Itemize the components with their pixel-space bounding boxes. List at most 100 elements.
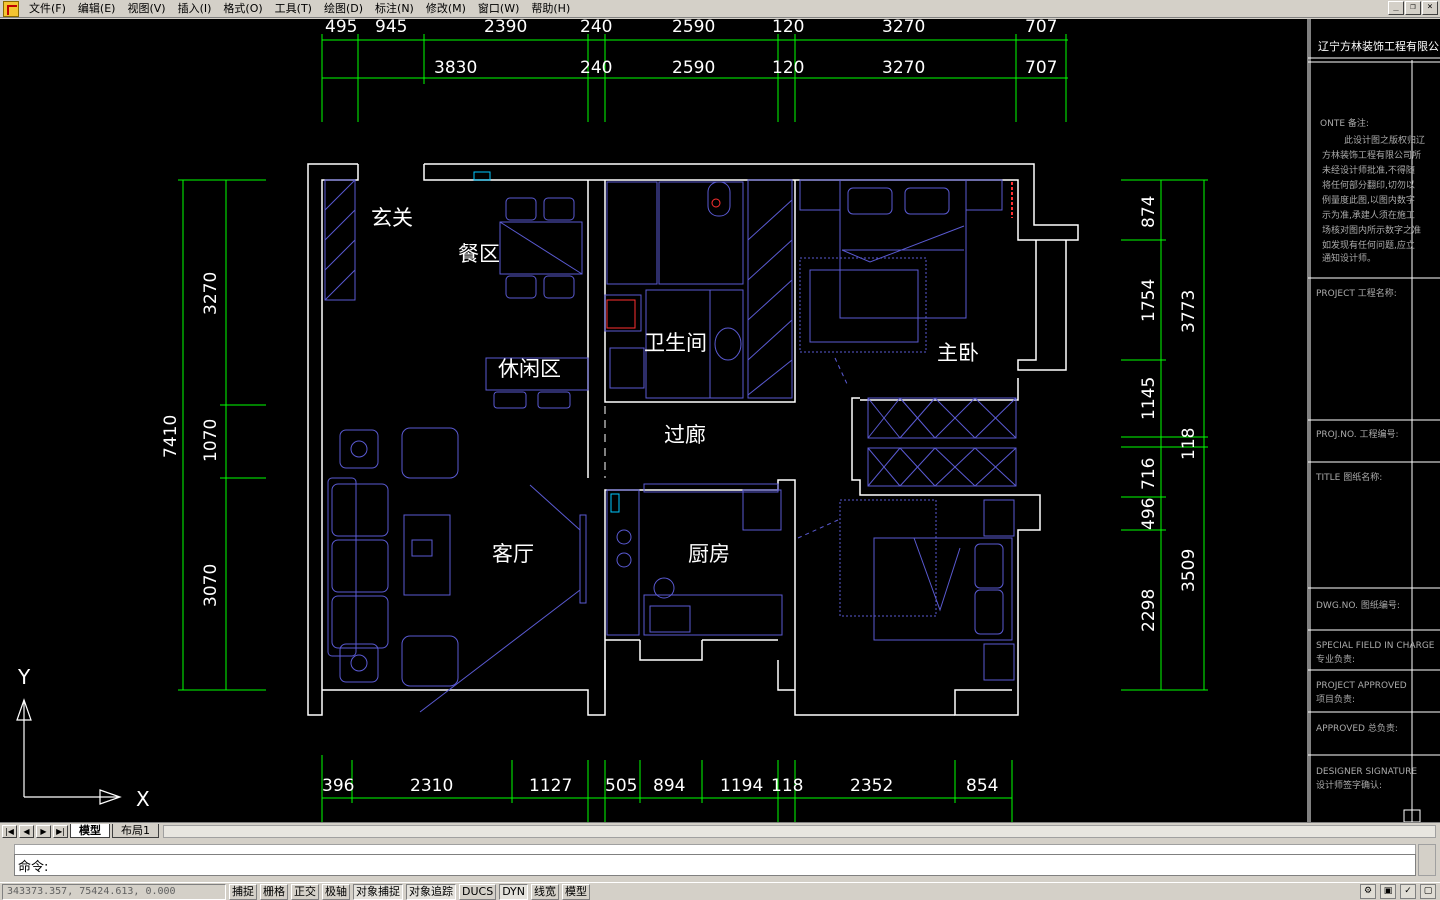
title-block-note-title: ONTE 备注: bbox=[1320, 117, 1369, 129]
toggle-polar[interactable]: 极轴 bbox=[322, 883, 350, 900]
dim-bottom-1: 396 bbox=[322, 776, 354, 796]
room-label-kitchen: 厨房 bbox=[688, 542, 730, 566]
close-button[interactable]: × bbox=[1422, 1, 1438, 15]
command-area: 命令: bbox=[0, 840, 1440, 882]
dim-top-1-5: 2590 bbox=[672, 19, 715, 37]
toggle-snap[interactable]: 捕捉 bbox=[229, 883, 257, 900]
lock-icon[interactable]: ▣ bbox=[1380, 884, 1396, 899]
note-line: 例量度此图,以图内数字 bbox=[1322, 194, 1415, 206]
dim-right-outer-1: 3773 bbox=[1179, 290, 1199, 333]
dim-top-1-2: 945 bbox=[375, 19, 407, 37]
restore-button[interactable]: ❐ bbox=[1405, 1, 1421, 15]
last-tab-button[interactable]: ▶| bbox=[53, 824, 68, 838]
menu-help[interactable]: 帮助(H) bbox=[525, 1, 576, 17]
toggle-ortho[interactable]: 正交 bbox=[291, 883, 319, 900]
minimize-button[interactable]: _ bbox=[1388, 1, 1404, 15]
toggle-model[interactable]: 模型 bbox=[562, 883, 591, 900]
dim-left-1: 3270 bbox=[201, 272, 221, 315]
dim-left-3: 3070 bbox=[201, 564, 221, 607]
field-special-cn: 专业负责: bbox=[1316, 653, 1355, 665]
field-designer-cn: 设计师签字确认: bbox=[1316, 779, 1382, 791]
dim-right-inner-1: 874 bbox=[1139, 196, 1159, 228]
menu-window[interactable]: 窗口(W) bbox=[472, 1, 525, 17]
layout-tab-bar: |◀ ◀ ▶ ▶| 模型 布局1 bbox=[0, 822, 1440, 839]
menu-format[interactable]: 格式(O) bbox=[217, 1, 268, 17]
command-prompt: 命令: bbox=[18, 859, 49, 875]
command-history bbox=[14, 844, 1416, 854]
toggle-lineweight[interactable]: 线宽 bbox=[531, 883, 560, 900]
note-line: 此设计图之版权归辽 bbox=[1344, 134, 1425, 146]
tab-model[interactable]: 模型 bbox=[70, 824, 110, 838]
room-label-corridor: 过廊 bbox=[664, 423, 706, 447]
toggle-otrack[interactable]: 对象追踪 bbox=[406, 883, 456, 900]
dim-top-2-5: 3270 bbox=[882, 58, 925, 78]
dim-left-2: 1070 bbox=[201, 419, 221, 462]
field-title: TITLE 图纸名称: bbox=[1315, 471, 1382, 483]
field-designer-en: DESIGNER SIGNATURE bbox=[1316, 767, 1417, 777]
dim-bottom-2: 2310 bbox=[410, 776, 453, 796]
room-label-living: 客厅 bbox=[492, 542, 534, 566]
dim-right-outer-3: 3509 bbox=[1179, 549, 1199, 592]
command-scrollbar[interactable] bbox=[1418, 844, 1436, 876]
title-block-notes: 此设计图之版权归辽 方林装饰工程有限公司所 未经设计师批准,不得随 将任何部分翻… bbox=[1322, 134, 1425, 264]
ucs-x-label: X bbox=[136, 787, 150, 811]
dim-top-1-3: 2390 bbox=[484, 19, 527, 37]
room-label-entry: 玄关 bbox=[371, 206, 413, 230]
dim-top-2-4: 120 bbox=[772, 58, 804, 78]
dim-top-1-6: 120 bbox=[772, 19, 804, 37]
note-line: 场核对图内所示数字之准 bbox=[1322, 224, 1421, 236]
dim-right-inner-2: 1754 bbox=[1139, 279, 1159, 322]
dim-right-inner-4: 716 bbox=[1139, 458, 1159, 490]
note-line: 通知设计师。 bbox=[1322, 252, 1376, 264]
toilet-drain-icon bbox=[711, 198, 721, 208]
menu-edit[interactable]: 编辑(E) bbox=[72, 1, 122, 17]
menu-insert[interactable]: 插入(I) bbox=[172, 1, 218, 17]
toggle-osnap[interactable]: 对象捕捉 bbox=[353, 883, 403, 900]
dim-top-2-2: 240 bbox=[580, 58, 612, 78]
first-tab-button[interactable]: |◀ bbox=[2, 824, 17, 838]
ucs-icon bbox=[16, 698, 122, 805]
room-label-dining: 餐区 bbox=[458, 242, 500, 266]
autocad-app-icon[interactable] bbox=[3, 0, 19, 17]
field-project-approved-cn: 项目负责: bbox=[1316, 693, 1355, 705]
menu-view[interactable]: 视图(V) bbox=[121, 1, 171, 17]
dim-bottom-6: 1194 bbox=[720, 776, 763, 796]
room-labels: 玄关 餐区 休闲区 卫生间 主卧 过廊 客厅 厨房 bbox=[371, 206, 979, 566]
dim-right-inner-3: 1145 bbox=[1139, 377, 1159, 420]
room-label-leisure: 休闲区 bbox=[498, 357, 561, 381]
prev-tab-button[interactable]: ◀ bbox=[19, 824, 34, 838]
coordinate-readout[interactable]: 343373.357, 75424.613, 0.000 bbox=[2, 883, 226, 900]
menu-dimension[interactable]: 标注(N) bbox=[369, 1, 420, 17]
command-line-input[interactable]: 命令: bbox=[14, 854, 1416, 876]
title-block-company: 辽宁方林装饰工程有限公 bbox=[1318, 39, 1439, 53]
dim-top-1-1: 495 bbox=[325, 19, 357, 37]
intercom-icon bbox=[473, 171, 491, 181]
toggle-ducs[interactable]: DUCS bbox=[459, 883, 497, 900]
clean-screen-icon[interactable]: ▢ bbox=[1420, 884, 1436, 899]
room-label-master-bedroom: 主卧 bbox=[937, 341, 979, 365]
dim-top-1-7: 3270 bbox=[882, 19, 925, 37]
tab-layout1[interactable]: 布局1 bbox=[112, 824, 159, 838]
dim-top-2-6: 707 bbox=[1025, 58, 1057, 78]
cad-standards-icon[interactable]: ✓ bbox=[1400, 884, 1416, 899]
note-line: 方林装饰工程有限公司所 bbox=[1322, 149, 1421, 161]
toggle-grid[interactable]: 栅格 bbox=[260, 883, 288, 900]
toggle-dyn[interactable]: DYN bbox=[499, 883, 529, 900]
menu-tools[interactable]: 工具(T) bbox=[269, 1, 318, 17]
communication-center-icon[interactable]: ⚙ bbox=[1360, 884, 1376, 899]
drawing-canvas[interactable]: 495 945 2390 240 2590 120 3270 707 3830 … bbox=[0, 19, 1440, 822]
next-tab-button[interactable]: ▶ bbox=[36, 824, 51, 838]
horizontal-scrollbar[interactable] bbox=[163, 824, 1436, 838]
menu-bar: 文件(F) 编辑(E) 视图(V) 插入(I) 格式(O) 工具(T) 绘图(D… bbox=[0, 0, 1440, 18]
menu-modify[interactable]: 修改(M) bbox=[420, 1, 472, 17]
title-block-fields: PROJECT 工程名称: PROJ.NO. 工程编号: TITLE 图纸名称:… bbox=[1315, 287, 1435, 791]
menu-draw[interactable]: 绘图(D) bbox=[318, 1, 369, 17]
status-bar: 343373.357, 75424.613, 0.000 捕捉 栅格 正交 极轴… bbox=[0, 882, 1440, 900]
dim-right-outer-2: 118 bbox=[1179, 428, 1199, 460]
ucs-y-label: Y bbox=[17, 665, 31, 689]
dim-bottom-4: 505 bbox=[605, 776, 637, 796]
note-line: 未经设计师批准,不得随 bbox=[1322, 164, 1415, 176]
dim-right-inner-5: 496 bbox=[1139, 498, 1159, 530]
menu-file[interactable]: 文件(F) bbox=[23, 1, 72, 17]
dimension-texts: 495 945 2390 240 2590 120 3270 707 3830 … bbox=[161, 19, 1199, 796]
